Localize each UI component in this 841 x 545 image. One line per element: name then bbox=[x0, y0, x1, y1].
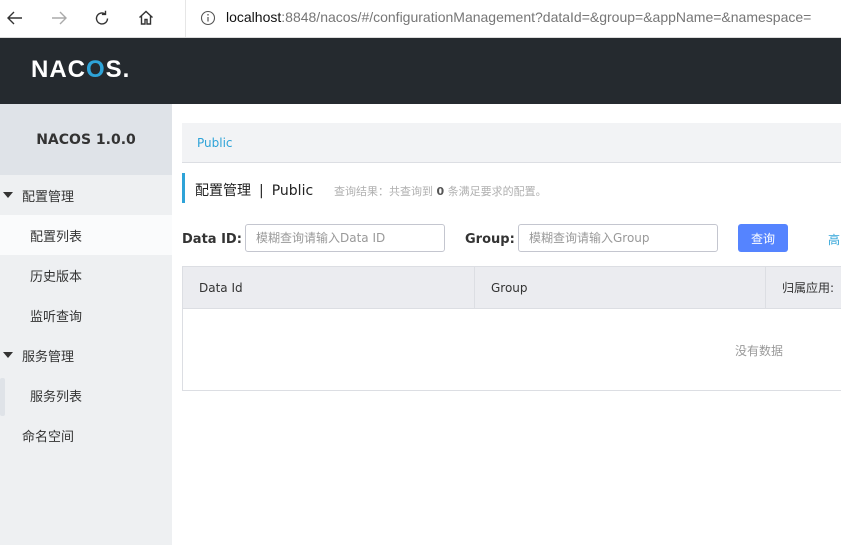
browser-toolbar: localhost:8848/nacos/#/configurationMana… bbox=[0, 0, 841, 38]
table-header: Data Id Group 归属应用: bbox=[183, 267, 841, 309]
arrow-left-icon bbox=[7, 11, 22, 25]
group-input[interactable] bbox=[518, 224, 718, 252]
namespace-link-public[interactable]: Public bbox=[197, 136, 233, 150]
sidebar-item-label: 配置列表 bbox=[30, 229, 83, 245]
namespace-bar: Public bbox=[182, 123, 841, 163]
forward-button[interactable] bbox=[44, 4, 74, 32]
url-host: localhost bbox=[226, 9, 282, 25]
column-header-dataid[interactable]: Data Id bbox=[183, 267, 475, 308]
page-title-text: 配置管理 bbox=[195, 183, 251, 199]
sidebar-group-label: 服务管理 bbox=[22, 349, 75, 365]
url-text[interactable]: localhost:8848/nacos/#/configurationMana… bbox=[226, 9, 811, 25]
sidebar-item-label: 服务列表 bbox=[30, 389, 83, 405]
empty-table-text: 没有数据 bbox=[734, 343, 783, 358]
logo-part: S. bbox=[105, 56, 131, 83]
column-header-app[interactable]: 归属应用: bbox=[766, 267, 841, 308]
refresh-icon bbox=[95, 10, 109, 25]
dataid-label: Data ID: bbox=[182, 232, 242, 247]
caret-down-icon bbox=[3, 352, 13, 358]
page-namespace: Public bbox=[271, 183, 314, 199]
back-button[interactable] bbox=[0, 4, 30, 32]
advanced-query-link[interactable]: 高 bbox=[828, 231, 840, 248]
page-header: 配置管理 | Public 查询结果：共查询到 0 条满足要求的配置。 bbox=[182, 173, 841, 203]
logo-o: O bbox=[86, 56, 106, 83]
refresh-button[interactable] bbox=[87, 4, 117, 32]
caret-down-icon bbox=[3, 192, 13, 198]
home-icon bbox=[139, 10, 153, 25]
sidebar-item-config-list[interactable]: 配置列表 bbox=[0, 215, 172, 255]
nacos-logo[interactable]: NACOS. bbox=[31, 56, 130, 84]
result-count: 0 bbox=[436, 185, 445, 198]
sidebar-item-label: 历史版本 bbox=[30, 269, 83, 285]
title-separator: | bbox=[259, 183, 264, 199]
info-icon[interactable] bbox=[200, 10, 216, 26]
sidebar-group-service[interactable]: 服务管理 bbox=[0, 335, 172, 375]
logo-part: NAC bbox=[31, 56, 86, 83]
home-button[interactable] bbox=[131, 4, 161, 32]
column-header-group[interactable]: Group bbox=[475, 267, 766, 308]
main-content: Public 配置管理 | Public 查询结果：共查询到 0 条满足要求的配置。… bbox=[172, 104, 841, 545]
sidebar: NACOS 1.0.0 配置管理 配置列表 历史版本 监听查询 服务管理 服务列… bbox=[0, 104, 172, 545]
sidebar-group-config[interactable]: 配置管理 bbox=[0, 175, 172, 215]
result-suffix: 条满足要求的配置。 bbox=[447, 185, 547, 198]
sidebar-title: NACOS 1.0.0 bbox=[0, 104, 172, 175]
sidebar-group-label: 配置管理 bbox=[22, 189, 75, 205]
sidebar-item-namespace[interactable]: 命名空间 bbox=[0, 415, 172, 455]
address-bar[interactable]: localhost:8848/nacos/#/configurationMana… bbox=[185, 0, 841, 37]
sidebar-item-label: 监听查询 bbox=[30, 309, 83, 325]
sidebar-item-service-list[interactable]: 服务列表 bbox=[0, 375, 172, 415]
url-path: :8848/nacos/#/configurationManagement?da… bbox=[281, 9, 812, 25]
config-table: Data Id Group 归属应用: 没有数据 bbox=[182, 266, 841, 391]
group-label: Group: bbox=[465, 232, 515, 247]
page-title: 配置管理 | Public bbox=[195, 180, 313, 200]
arrow-right-icon bbox=[52, 11, 67, 25]
title-accent-bar bbox=[182, 173, 185, 203]
app-header: NACOS. bbox=[0, 38, 841, 104]
query-button[interactable]: 查询 bbox=[738, 224, 788, 252]
result-prefix: 查询结果：共查询到 bbox=[334, 185, 433, 198]
sidebar-item-history[interactable]: 历史版本 bbox=[0, 255, 172, 295]
dataid-input[interactable] bbox=[245, 224, 445, 252]
sidebar-item-label: 命名空间 bbox=[22, 429, 75, 445]
query-result-text: 查询结果：共查询到 0 条满足要求的配置。 bbox=[334, 183, 547, 199]
sidebar-item-listener-query[interactable]: 监听查询 bbox=[0, 295, 172, 335]
